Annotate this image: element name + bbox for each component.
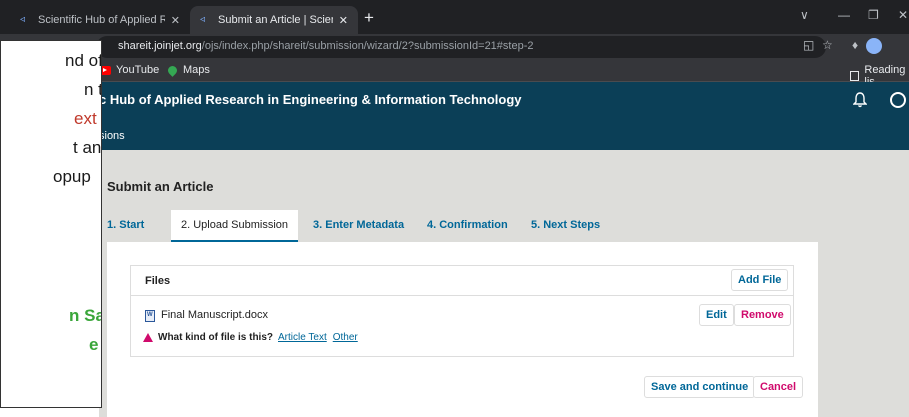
page-body: Submit an Article 1. Start 2. Upload Sub… <box>0 150 909 417</box>
address-bar-row: shareit.joinjet.org/ojs/index.php/sharei… <box>0 34 909 60</box>
file-name: Final Manuscript.docx <box>161 309 268 321</box>
bookmark-star-icon[interactable]: ☆ <box>822 38 833 52</box>
browser-tab-inactive[interactable]: ◃ Scientific Hub of Applied Researc ✕ <box>10 6 190 34</box>
callout-line: n Save <box>69 306 101 325</box>
callout-line: opup <box>53 167 91 186</box>
callout-line: t any <box>73 138 102 157</box>
site-title[interactable]: c Hub of Applied Research in Engineering… <box>99 92 522 107</box>
callout-line: e <box>89 335 99 354</box>
tab-start[interactable]: 1. Start <box>107 210 144 242</box>
callout-line: nd of <box>65 51 102 70</box>
bookmarks-bar: YouTube Maps Reading lis <box>0 60 909 88</box>
word-file-icon <box>145 310 155 322</box>
bookmark-youtube[interactable]: YouTube <box>98 64 159 76</box>
tab-title: Scientific Hub of Applied Researc <box>38 14 165 26</box>
minimize-icon[interactable]: — <box>838 8 850 22</box>
restore-icon[interactable]: ❐ <box>868 8 879 22</box>
window-close-icon[interactable]: ✕ <box>898 8 908 22</box>
files-heading: Files <box>145 275 171 287</box>
edit-button[interactable]: Edit <box>699 304 734 326</box>
share-icon: ◃ <box>20 14 26 25</box>
save-and-continue-button[interactable]: Save and continue <box>644 376 756 398</box>
file-type-prompt: What kind of file is this? Article Text … <box>143 332 364 343</box>
upload-panel: Files Add File Final Manuscript.docx Edi… <box>107 242 818 417</box>
omnibox[interactable]: shareit.joinjet.org/ojs/index.php/sharei… <box>96 36 826 58</box>
profile-avatar[interactable] <box>866 38 882 54</box>
close-icon[interactable]: ✕ <box>171 14 180 27</box>
user-icon[interactable] <box>890 92 906 108</box>
tab-enter-metadata[interactable]: 3. Enter Metadata <box>313 210 404 242</box>
tab-title: Submit an Article | Scientific Hub <box>218 14 333 26</box>
tab-next-steps[interactable]: 5. Next Steps <box>531 210 600 242</box>
files-header: Files Add File <box>131 266 793 296</box>
callout-line: ext / <box>74 109 101 128</box>
option-other[interactable]: Other <box>333 332 358 343</box>
bell-icon[interactable] <box>853 92 867 108</box>
bookmark-maps[interactable]: Maps <box>166 63 210 77</box>
puzzle-icon[interactable]: ♦ <box>852 38 858 52</box>
warning-icon <box>143 333 153 342</box>
annotation-callout: nd of n the ext / t any opup n Save e <box>0 40 102 408</box>
file-type-question: What kind of file is this? <box>158 332 273 343</box>
browser-tab-active[interactable]: ◃ Submit an Article | Scientific Hub ✕ <box>190 6 358 34</box>
tab-confirmation[interactable]: 4. Confirmation <box>427 210 508 242</box>
maps-icon <box>166 63 179 77</box>
remove-button[interactable]: Remove <box>734 304 791 326</box>
nav-submissions[interactable]: sions <box>99 130 125 142</box>
share-icon: ◃ <box>200 14 206 25</box>
tab-search-icon[interactable]: ∨ <box>800 8 809 22</box>
url-text[interactable]: shareit.joinjet.org/ojs/index.php/sharei… <box>118 40 534 52</box>
add-file-button[interactable]: Add File <box>731 269 789 291</box>
files-grid: Files Add File Final Manuscript.docx Edi… <box>130 265 794 357</box>
callout-line: n the <box>84 80 101 99</box>
option-article-text[interactable]: Article Text <box>278 332 327 343</box>
new-tab-button[interactable]: + <box>364 9 374 27</box>
close-icon[interactable]: ✕ <box>339 14 348 27</box>
site-header: c Hub of Applied Research in Engineering… <box>0 82 909 150</box>
page-title: Submit an Article <box>107 179 214 194</box>
reading-list-icon <box>850 71 860 81</box>
cancel-button[interactable]: Cancel <box>753 376 804 398</box>
share-page-icon[interactable]: ◱ <box>803 38 814 52</box>
tab-upload-submission[interactable]: 2. Upload Submission <box>171 210 299 242</box>
browser-tab-bar: ◃ Scientific Hub of Applied Researc ✕ ◃ … <box>0 0 909 34</box>
